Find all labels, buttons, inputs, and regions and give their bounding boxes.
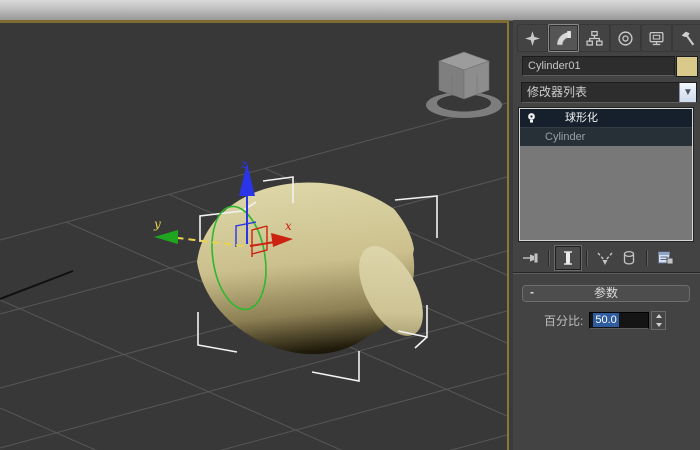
configure-modifier-sets-icon xyxy=(657,251,673,265)
axis-label-y: y xyxy=(153,217,161,231)
object-name-row: Cylinder01 xyxy=(513,56,700,77)
triangle-down-icon xyxy=(655,322,662,327)
tab-utilities[interactable] xyxy=(672,24,700,52)
stack-row-spherify[interactable]: 球形化 xyxy=(520,109,692,127)
tab-hierarchy[interactable] xyxy=(579,24,610,52)
modifier-list-dropdown[interactable]: 修改器列表 ▼ xyxy=(521,82,697,103)
pin-stack-icon xyxy=(523,253,538,263)
stack-toolbar xyxy=(519,246,693,270)
world-axis-line xyxy=(0,270,74,300)
spinner-down-button[interactable] xyxy=(652,321,665,330)
axis-label-x: x xyxy=(285,219,292,233)
tab-motion[interactable] xyxy=(610,24,641,52)
perspective-viewport[interactable]: z x y xyxy=(0,20,509,450)
axis-label-z: z xyxy=(240,157,248,171)
lightbulb-icon[interactable] xyxy=(526,112,537,125)
motion-icon xyxy=(618,30,633,46)
create-icon xyxy=(525,30,540,46)
spinner-up-button[interactable] xyxy=(652,312,665,321)
modify-icon xyxy=(556,30,571,45)
modifier-list-label: 修改器列表 xyxy=(527,85,588,99)
percent-value: 50.0 xyxy=(593,313,619,327)
stack-row-label: Cylinder xyxy=(545,131,586,143)
object-color-swatch[interactable] xyxy=(676,56,698,77)
triangle-up-icon xyxy=(655,314,662,319)
percent-spinner xyxy=(651,311,667,330)
gizmo-y-arrow[interactable] xyxy=(154,230,178,244)
pin-stack-button[interactable] xyxy=(519,247,543,269)
toolbar-separator xyxy=(586,250,588,266)
make-unique-button[interactable] xyxy=(593,247,617,269)
viewcube[interactable] xyxy=(426,51,502,118)
show-end-result-icon xyxy=(564,251,572,265)
object-name-field[interactable]: Cylinder01 xyxy=(522,56,675,76)
hierarchy-icon xyxy=(586,30,603,46)
command-panel: Cylinder01 修改器列表 ▼ 球形化 Cylinder - 参数 百分比… xyxy=(513,20,700,450)
stack-row-cylinder[interactable]: Cylinder xyxy=(520,127,692,146)
tab-modify[interactable] xyxy=(548,24,579,52)
make-unique-icon xyxy=(597,252,613,265)
command-panel-tabs xyxy=(517,24,700,52)
toolbar-separator xyxy=(646,250,648,266)
panel-divider xyxy=(513,272,700,274)
tab-create[interactable] xyxy=(517,24,548,52)
parameters-rollout-header[interactable]: - 参数 xyxy=(522,285,690,302)
percent-parameter-row: 百分比: 50.0 xyxy=(513,311,700,330)
configure-modifier-sets-button[interactable] xyxy=(653,247,677,269)
remove-modifier-icon xyxy=(623,250,635,265)
cylinder-object[interactable] xyxy=(197,182,436,355)
tab-display[interactable] xyxy=(641,24,672,52)
utilities-icon xyxy=(681,31,695,45)
modifier-stack[interactable]: 球形化 Cylinder xyxy=(518,107,694,242)
toolbar-separator xyxy=(548,250,550,266)
rollout-collapse-glyph[interactable]: - xyxy=(530,285,534,300)
main-toolbar-strip xyxy=(0,0,700,21)
show-end-result-button[interactable] xyxy=(555,246,581,270)
remove-modifier-button[interactable] xyxy=(617,247,641,269)
percent-label: 百分比: xyxy=(544,314,584,328)
rollout-title: 参数 xyxy=(593,286,618,300)
percent-input[interactable]: 50.0 xyxy=(589,312,650,329)
stack-row-label: 球形化 xyxy=(565,112,598,124)
chevron-down-icon[interactable]: ▼ xyxy=(679,83,696,102)
display-icon xyxy=(649,31,664,45)
